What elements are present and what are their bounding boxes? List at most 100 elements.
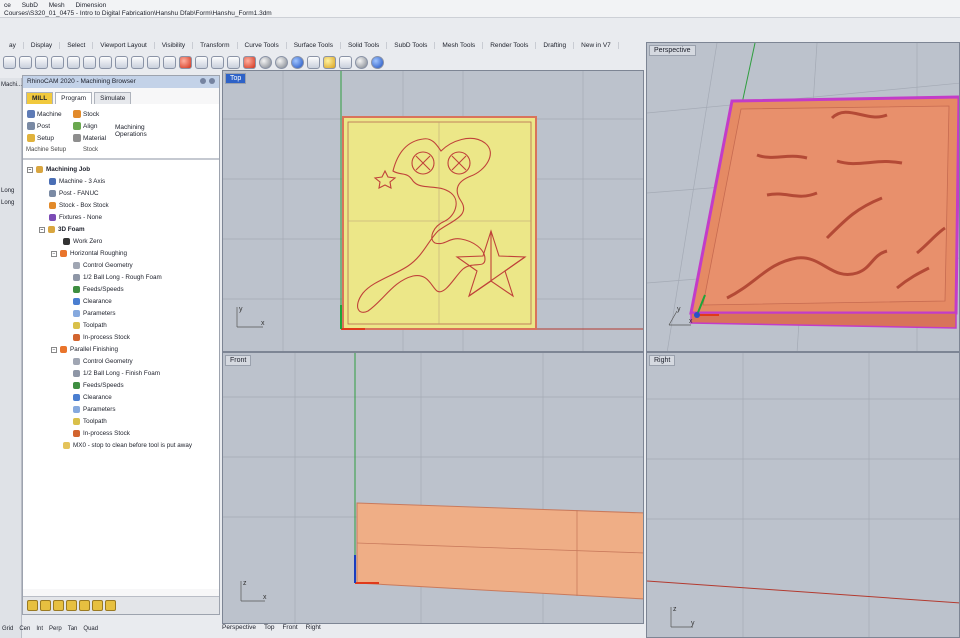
osnap-toggle[interactable]: Tan (68, 626, 78, 638)
rotate-icon[interactable] (51, 55, 64, 69)
job-tool-icon[interactable] (66, 600, 77, 611)
menu-item[interactable]: ce (4, 2, 11, 9)
viewport-label[interactable]: Front (225, 355, 252, 366)
tree-item[interactable]: MX0 - stop to clean before tool is put a… (63, 442, 192, 449)
tab[interactable]: ay (2, 41, 24, 49)
job-tool-icon[interactable] (92, 600, 103, 611)
sphere-icon[interactable] (259, 55, 272, 69)
tab[interactable]: New in V7 (574, 41, 619, 49)
tree-item[interactable]: Clearance (73, 394, 112, 401)
sphere-shaded-icon[interactable] (275, 55, 288, 69)
tree-item[interactable]: Machine - 3 Axis (49, 178, 105, 185)
job-tool-icon[interactable] (79, 600, 90, 611)
collapse-icon[interactable]: − (51, 346, 57, 353)
tree-item[interactable]: − Machining Job (27, 166, 90, 173)
viewport-label[interactable]: Perspective (649, 45, 696, 56)
tree-item[interactable]: Toolpath (73, 418, 107, 425)
collapse-icon[interactable]: − (27, 166, 33, 173)
grid-icon[interactable] (99, 55, 112, 69)
tree-item[interactable]: In-process Stock (73, 430, 130, 437)
tree-item[interactable]: Parameters (73, 310, 116, 317)
tab[interactable]: Drafting (536, 41, 575, 49)
zoom-icon[interactable] (67, 55, 80, 69)
post-button[interactable]: Post (27, 122, 50, 130)
tab-program[interactable]: Program (55, 92, 93, 104)
render-icon[interactable] (243, 55, 256, 69)
pan-icon[interactable] (35, 55, 48, 69)
tree-item[interactable]: In-process Stock (73, 334, 130, 341)
machine-button[interactable]: Machine (27, 110, 62, 118)
tree-item[interactable]: Work Zero (63, 238, 102, 245)
viewport-front[interactable]: Front z x (222, 352, 644, 624)
viewport-label[interactable]: Top (225, 73, 247, 84)
stock-button[interactable]: Stock (73, 110, 99, 118)
tab-simulate[interactable]: Simulate (94, 92, 132, 104)
tree-item[interactable]: Fixtures - None (49, 214, 102, 221)
menu-item[interactable]: SubD (22, 2, 38, 9)
machining-operations-button[interactable]: Machining Operations (115, 124, 155, 138)
osnap-toggle[interactable]: Int (36, 626, 43, 638)
tab[interactable]: Curve Tools (238, 41, 287, 49)
zoom-extents-icon[interactable] (83, 55, 96, 69)
tree-item[interactable]: Feeds/Speeds (73, 286, 124, 293)
menu-item[interactable]: Mesh (49, 2, 65, 9)
tree-item[interactable]: − Parallel Finishing (51, 346, 118, 353)
new-file-icon[interactable] (3, 55, 16, 69)
viewport-right[interactable]: Right z y (646, 352, 960, 638)
tab[interactable]: Solid Tools (341, 41, 388, 49)
tab[interactable]: SubD Tools (387, 41, 436, 49)
circle-icon[interactable] (147, 55, 160, 69)
settings-icon[interactable] (200, 78, 206, 84)
gear-icon[interactable] (323, 55, 336, 69)
globe-icon[interactable] (355, 55, 368, 69)
arc-icon[interactable] (163, 55, 176, 69)
undo-icon[interactable] (19, 55, 32, 69)
tree-item[interactable]: Stock - Box Stock (49, 202, 109, 209)
job-tool-icon[interactable] (53, 600, 64, 611)
tree-item[interactable]: Control Geometry (73, 262, 133, 269)
tree-item[interactable]: Parameters (73, 406, 116, 413)
tree-item[interactable]: Feeds/Speeds (73, 382, 124, 389)
osnap-toggle[interactable]: Grid (2, 626, 13, 638)
viewport-top[interactable]: Top y x (222, 70, 644, 352)
tab[interactable]: Transform (193, 41, 238, 49)
viewport-tab[interactable]: Front (282, 624, 297, 631)
osnap-toggle[interactable]: Quad (83, 626, 98, 638)
brush-icon[interactable] (307, 55, 320, 69)
tree-item[interactable]: −3D Foam (39, 226, 85, 233)
tree-item[interactable]: 1/2 Ball Long - Rough Foam (73, 274, 162, 281)
osnap-toggle[interactable]: Perp (49, 626, 62, 638)
point-icon[interactable] (115, 55, 128, 69)
osnap-toggle[interactable]: Cen (19, 626, 30, 638)
setup-button[interactable]: Setup (27, 134, 54, 142)
tab[interactable]: Surface Tools (287, 41, 341, 49)
line-icon[interactable] (179, 55, 192, 69)
collapse-icon[interactable]: − (39, 226, 45, 233)
viewport-tab[interactable]: Right (306, 624, 321, 631)
options-icon[interactable] (339, 55, 352, 69)
tab[interactable]: Mesh Tools (435, 41, 484, 49)
tree-item[interactable]: Post - FANUC (49, 190, 99, 197)
surface-icon[interactable] (195, 55, 208, 69)
tab-mill[interactable]: MILL (26, 92, 54, 104)
tab[interactable]: Display (24, 41, 61, 49)
job-tool-icon[interactable] (105, 600, 116, 611)
align-button[interactable]: Align (73, 122, 97, 130)
job-tool-icon[interactable] (40, 600, 51, 611)
tree-item[interactable]: Toolpath (73, 322, 107, 329)
viewport-tab[interactable]: Top (264, 624, 274, 631)
curve-icon[interactable] (131, 55, 144, 69)
tree-item[interactable]: Control Geometry (73, 358, 133, 365)
tree-item[interactable]: − Horizontal Roughing (51, 250, 127, 257)
light-icon[interactable] (227, 55, 240, 69)
viewport-label[interactable]: Right (649, 355, 676, 366)
collapse-icon[interactable]: − (51, 250, 57, 257)
menu-item[interactable]: Dimension (75, 2, 106, 9)
help-icon[interactable] (371, 55, 384, 69)
job-tool-icon[interactable] (27, 600, 38, 611)
sphere-render-icon[interactable] (291, 55, 304, 69)
tab[interactable]: Visibility (155, 41, 194, 49)
tree-item[interactable]: 1/2 Ball Long - Finish Foam (73, 370, 160, 377)
tab[interactable]: Select (60, 41, 94, 49)
stock-front[interactable] (356, 502, 644, 600)
